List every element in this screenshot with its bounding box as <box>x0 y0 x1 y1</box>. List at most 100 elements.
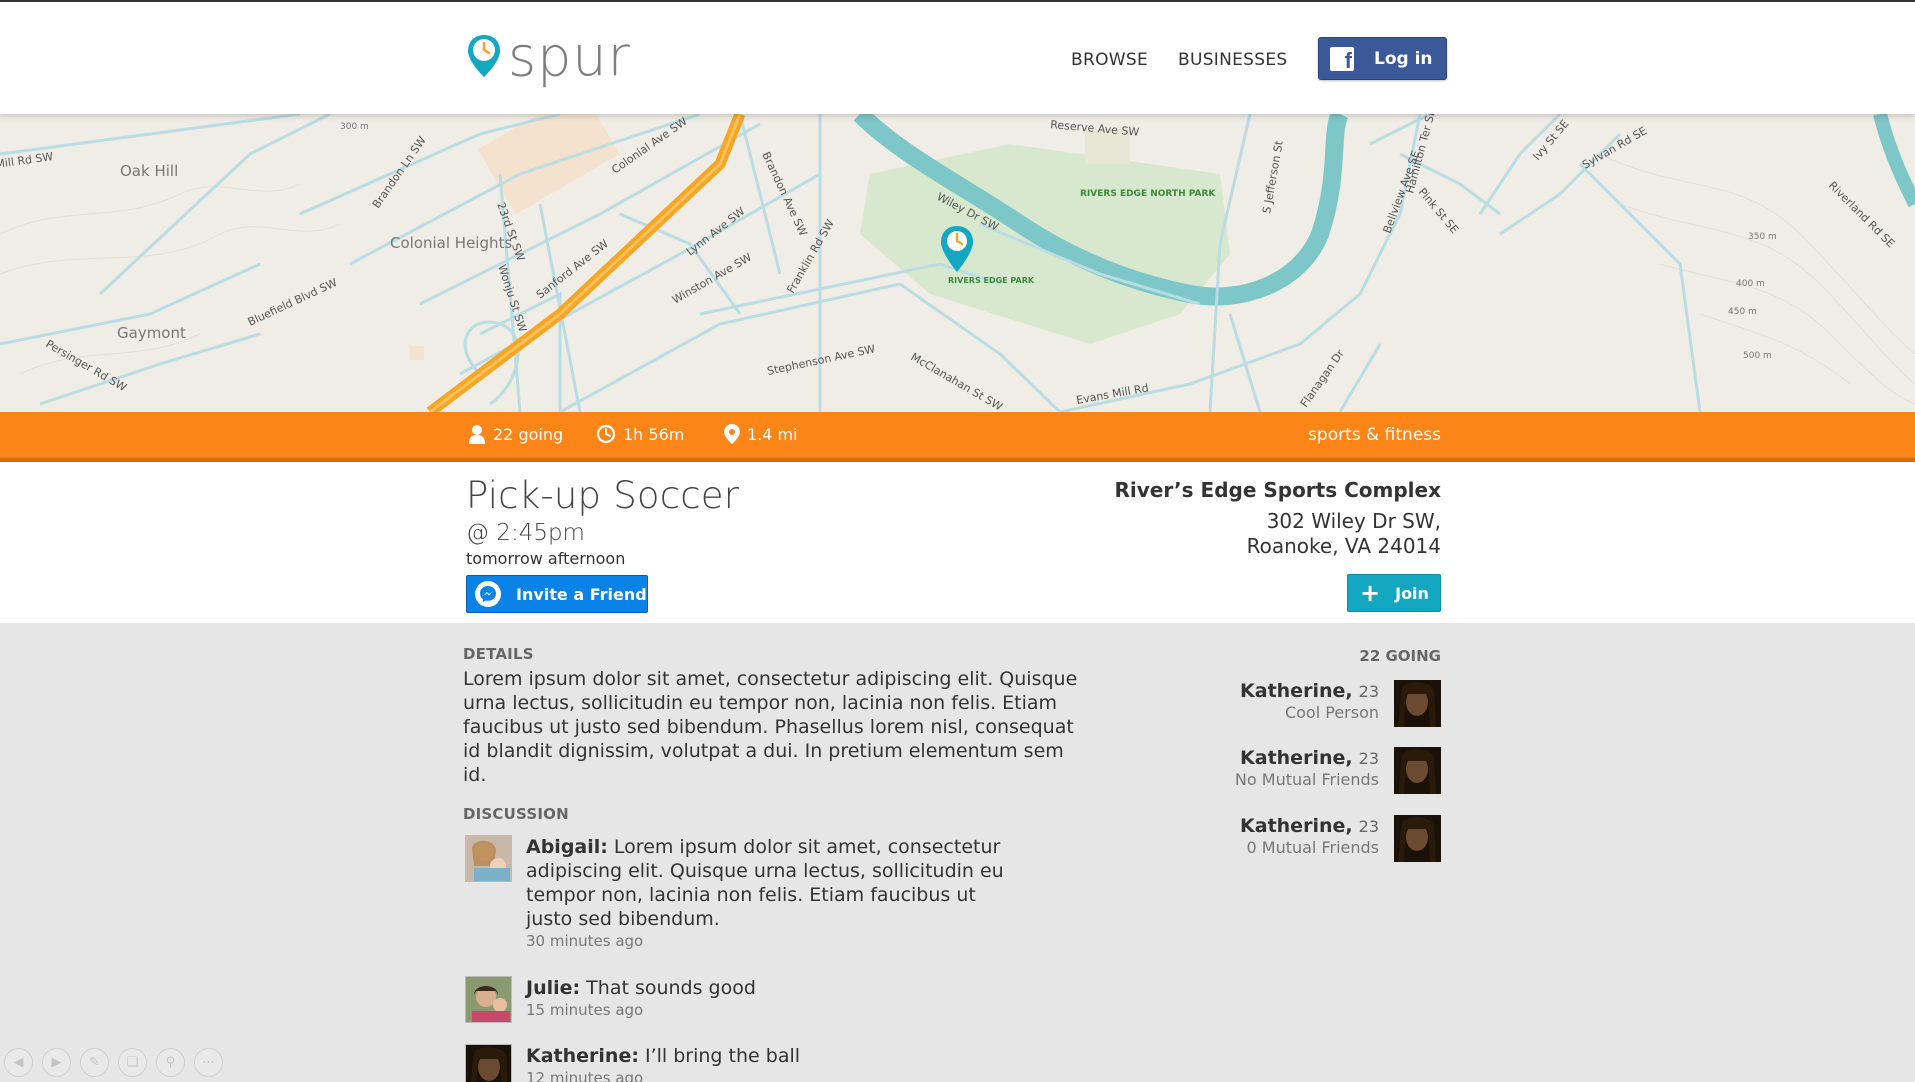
avatar[interactable] <box>1394 680 1441 727</box>
nav-browse[interactable]: BROWSE <box>1071 50 1148 70</box>
comment-text: That sounds good <box>586 977 756 999</box>
details-heading: DETAILS <box>463 645 534 663</box>
site-header: spur BROWSE BUSINESSES f Log in <box>0 0 1915 114</box>
map-label: McClanahan St SW <box>909 350 1005 412</box>
prev-icon[interactable]: ◀ <box>4 1048 33 1077</box>
attendee-name: Katherine, 23 <box>1240 680 1379 702</box>
map-label: Oak Hill <box>120 162 178 180</box>
event-summary: Pick-up Soccer @ 2:45pm tomorrow afterno… <box>0 462 1915 623</box>
comment-timestamp: 30 minutes ago <box>526 932 644 950</box>
event-info-bar: 22 going 1h 56m 1.4 mi sports & fitness <box>0 412 1915 462</box>
comment-author[interactable]: Abigail <box>526 836 600 858</box>
location-pin-icon <box>724 424 740 444</box>
map-canvas: Reserve Ave SW Oak Hill Colonial Heights… <box>0 114 1915 412</box>
map-label: Gaymont <box>117 324 186 342</box>
map-label: Persinger Rd SW <box>44 337 129 394</box>
attendee-subtitle: Cool Person <box>1284 703 1379 722</box>
comment: Abigail: Lorem ipsum dolor sit amet, con… <box>465 835 1025 955</box>
clock-icon <box>596 424 616 444</box>
map-label: 500 m <box>1743 351 1772 361</box>
comment-text: I’ll bring the ball <box>645 1045 801 1067</box>
going-heading: 22 GOING <box>1359 647 1441 665</box>
attendee-item[interactable]: Katherine, 23 No Mutual Friends <box>1121 747 1441 795</box>
avatar[interactable] <box>1394 747 1441 794</box>
pages-icon[interactable]: ❏ <box>118 1048 147 1077</box>
map-label: 450 m <box>1728 307 1757 317</box>
facebook-icon: f <box>1330 46 1354 72</box>
map-label: Evans Mill Rd <box>1075 381 1149 407</box>
attendee-age: 23 <box>1358 817 1379 836</box>
map-label: Winston Ave SW <box>670 251 754 307</box>
comment-body: Julie: That sounds good 15 minutes ago <box>526 976 1026 1020</box>
venue-address-line-1: 302 Wiley Dr SW, <box>1266 509 1441 533</box>
avatar[interactable] <box>465 1044 512 1082</box>
event-distance: 1.4 mi <box>724 424 798 444</box>
attendee-subtitle: 0 Mutual Friends <box>1246 838 1380 857</box>
login-label: Log in <box>1374 48 1433 69</box>
event-map[interactable]: Reserve Ave SW Oak Hill Colonial Heights… <box>0 114 1915 412</box>
map-label: Pink St SE <box>1416 186 1461 237</box>
going-text: 22 going <box>493 424 564 444</box>
event-when: tomorrow afternoon <box>466 549 626 568</box>
map-label: Lynn Ave SW <box>684 205 748 259</box>
venue-address: 302 Wiley Dr SW, Roanoke, VA 24014 <box>1247 509 1441 559</box>
join-button[interactable]: + Join <box>1347 574 1441 612</box>
attendee-item[interactable]: Katherine, 23 Cool Person <box>1121 680 1441 728</box>
logo-text: spur <box>508 24 631 89</box>
facebook-login-button[interactable]: f Log in <box>1318 37 1447 80</box>
venue-name[interactable]: River’s Edge Sports Complex <box>1115 478 1442 502</box>
map-label: Brandon Ln SW <box>370 134 429 211</box>
messenger-icon <box>475 581 501 607</box>
going-count: 22 going <box>468 424 563 444</box>
event-category[interactable]: sports & fitness <box>1308 425 1441 445</box>
spur-logo[interactable]: spur <box>466 24 631 89</box>
discussion-heading: DISCUSSION <box>463 805 569 823</box>
comment-body: Katherine: I’ll bring the ball 12 minute… <box>526 1044 1026 1082</box>
more-icon[interactable]: ⋯ <box>194 1048 223 1077</box>
zoom-icon[interactable]: ⚲ <box>156 1048 185 1077</box>
play-icon[interactable]: ▶ <box>42 1048 71 1077</box>
avatar[interactable] <box>1394 815 1441 862</box>
comment-author[interactable]: Julie <box>526 977 573 999</box>
map-label: S Jefferson St <box>1260 139 1286 214</box>
pen-icon[interactable]: ✎ <box>80 1048 109 1077</box>
venue-address-line-2: Roanoke, VA 24014 <box>1246 534 1441 558</box>
attendee-name: Katherine, 23 <box>1240 747 1379 769</box>
avatar[interactable] <box>465 976 512 1023</box>
map-label: Riverland Rd SE <box>1826 179 1897 250</box>
comment: Katherine: I’ll bring the ball 12 minute… <box>465 1044 1025 1082</box>
map-label: Bluefield Blvd SW <box>246 276 340 329</box>
comment-body: Abigail: Lorem ipsum dolor sit amet, con… <box>526 835 1026 951</box>
map-label: 400 m <box>1736 279 1765 289</box>
event-time: @ 2:45pm <box>466 520 585 546</box>
comment: Julie: That sounds good 15 minutes ago <box>465 976 1025 1036</box>
map-label: 300 m <box>340 122 369 132</box>
map-label: Flanagan Dr <box>1298 347 1347 410</box>
attendee-subtitle: No Mutual Friends <box>1234 770 1379 789</box>
person-icon <box>469 425 485 444</box>
comment-author[interactable]: Katherine <box>526 1045 631 1067</box>
attendee-age: 23 <box>1358 749 1379 768</box>
avatar[interactable] <box>465 835 512 882</box>
invite-friend-button[interactable]: Invite a Friend <box>466 575 648 613</box>
attendee-age: 23 <box>1358 682 1379 701</box>
map-label: Sanford Ave SW <box>534 237 611 301</box>
viewer-toolbar: ◀ ▶ ✎ ❏ ⚲ ⋯ <box>4 1048 223 1077</box>
map-label: 350 m <box>1748 232 1777 242</box>
nav-businesses[interactable]: BUSINESSES <box>1178 50 1287 70</box>
join-label: Join <box>1395 583 1429 603</box>
attendee-name: Katherine, 23 <box>1240 815 1379 837</box>
map-label: Franklin Rd SW <box>784 217 837 295</box>
map-label: Sylvan Rd SE <box>1580 124 1649 171</box>
attendee-item[interactable]: Katherine, 23 0 Mutual Friends <box>1121 815 1441 863</box>
event-duration: 1h 56m <box>596 424 684 444</box>
map-label: RIVERS EDGE PARK <box>948 276 1035 285</box>
map-label: Colonial Ave SW <box>609 115 689 177</box>
map-label: RIVERS EDGE NORTH PARK <box>1080 189 1216 199</box>
event-title: Pick-up Soccer <box>466 474 740 517</box>
distance-text: 1.4 mi <box>747 424 798 444</box>
plus-icon: + <box>1360 579 1381 607</box>
map-label: Colonial Heights <box>390 234 512 252</box>
comment-timestamp: 15 minutes ago <box>526 1001 644 1019</box>
pin-clock-icon <box>468 35 500 77</box>
